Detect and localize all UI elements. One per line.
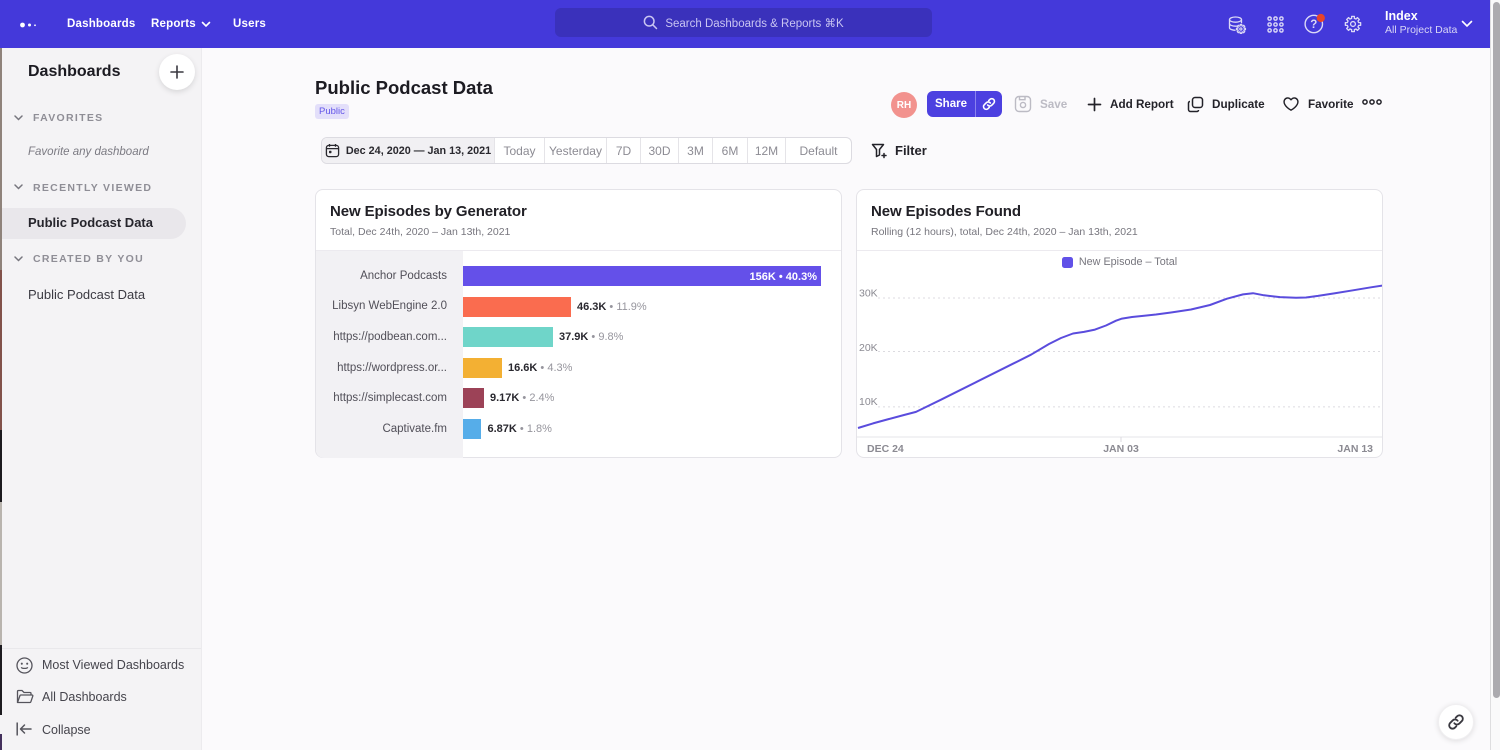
svg-text:30K: 30K — [859, 288, 878, 300]
svg-text:10K: 10K — [859, 396, 878, 408]
svg-text:JAN 03: JAN 03 — [1103, 443, 1139, 455]
svg-text:JAN 13: JAN 13 — [1337, 443, 1373, 455]
svg-text:?: ? — [1310, 19, 1317, 31]
svg-text:DEC 24: DEC 24 — [867, 443, 904, 455]
svg-text:20K: 20K — [859, 342, 878, 354]
